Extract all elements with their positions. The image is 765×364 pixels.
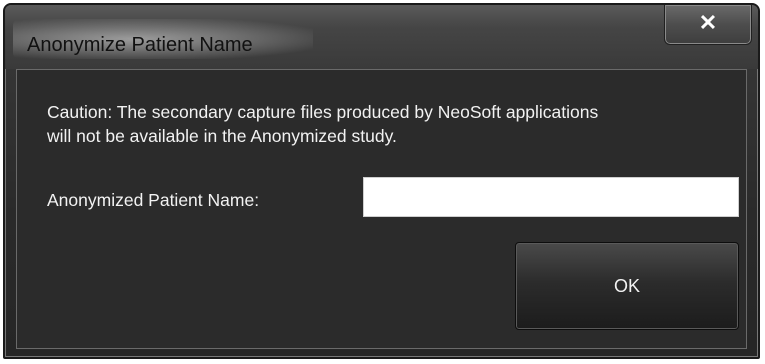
dialog-content: Caution: The secondary capture files pro… <box>16 69 747 349</box>
caution-line-1: Caution: The secondary capture files pro… <box>47 102 599 122</box>
caution-message: Caution: The secondary capture files pro… <box>47 100 737 148</box>
dialog-title: Anonymize Patient Name <box>27 34 253 56</box>
caution-line-2: will not be available in the Anonymized … <box>47 126 397 146</box>
title-bar[interactable]: Anonymize Patient Name ✕ <box>5 5 758 69</box>
patient-name-label: Anonymized Patient Name: <box>47 190 260 210</box>
ok-button[interactable]: OK <box>515 242 739 330</box>
close-icon: ✕ <box>698 10 718 35</box>
close-button[interactable]: ✕ <box>664 5 752 45</box>
patient-name-input[interactable] <box>363 177 739 217</box>
anonymize-dialog: Anonymize Patient Name ✕ Caution: The se… <box>3 3 760 359</box>
